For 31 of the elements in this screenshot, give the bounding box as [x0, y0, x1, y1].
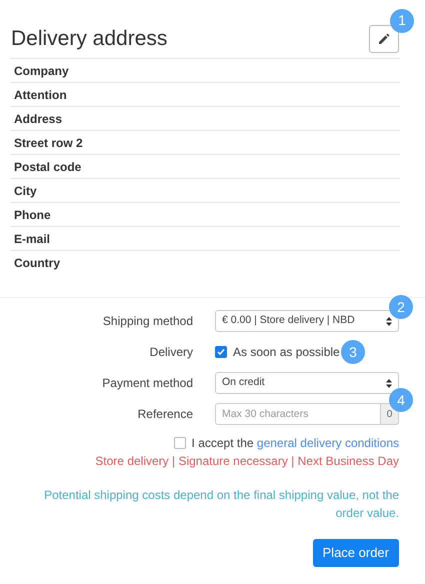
shipping-summary: Store delivery | Signature necessary | Next Business Day: [95, 453, 399, 470]
field-label: E-mail: [14, 230, 50, 248]
form-label: Delivery: [148, 344, 193, 361]
select-field[interactable]: € 0.00 | Store delivery | NBD: [215, 310, 399, 332]
form-label: Payment method: [101, 375, 193, 392]
page-title: Delivery address: [11, 28, 168, 49]
pencil-icon: [378, 32, 390, 44]
field-label: Country: [14, 255, 60, 272]
step-badge: 3: [341, 340, 365, 364]
accept-label: I accept the general delivery conditions: [192, 435, 399, 452]
shipping-note: Potential shipping costs depend on the final shipping value, not the order value.: [43, 487, 399, 522]
checkbox[interactable]: [215, 346, 227, 358]
form-label: Shipping method: [102, 313, 193, 330]
field-label: Street row 2: [14, 134, 83, 152]
step-badge: 1: [390, 8, 414, 32]
step-badge: 2: [389, 295, 413, 319]
select-field[interactable]: On credit: [215, 372, 399, 394]
field-label: Postal code: [14, 158, 82, 176]
field-label: Attention: [14, 86, 67, 104]
form-label: Reference: [136, 406, 193, 423]
field-label: Company: [14, 62, 69, 80]
checkbox[interactable]: [174, 437, 186, 449]
reference-field[interactable]: Max 30 characters: [215, 403, 381, 425]
sort-icon: [386, 316, 392, 326]
field-label: Phone: [14, 206, 51, 224]
sort-icon: [386, 378, 392, 388]
edit-button[interactable]: [369, 24, 399, 52]
field-label: Address: [14, 110, 62, 128]
field-label: City: [14, 182, 37, 200]
place-order-button[interactable]: Place order: [312, 539, 399, 567]
checkbox-label: As soon as possible: [233, 344, 340, 361]
